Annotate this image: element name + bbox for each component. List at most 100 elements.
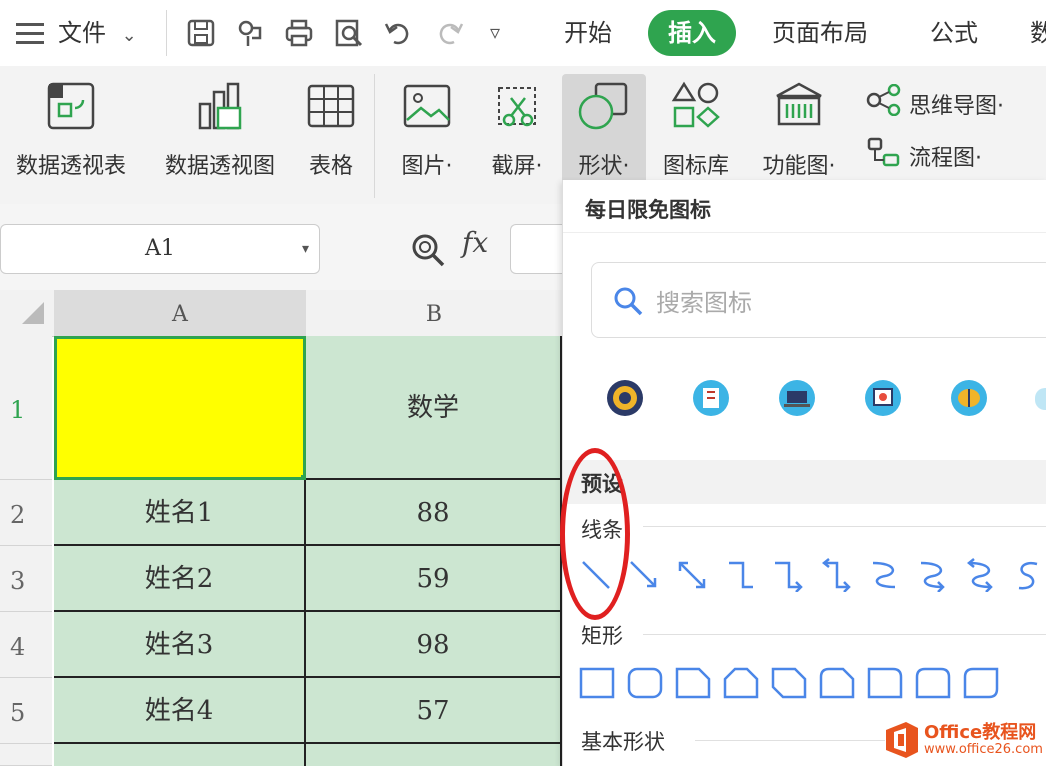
save-icon[interactable] [186,18,216,48]
free-icon-brain[interactable] [949,378,989,422]
print-preview-icon[interactable] [334,18,364,48]
shape-snip-same-side-rectangle-icon[interactable] [723,666,759,704]
menu-bar: 文件 ⌄ ▿ 开始 插入 页面布局 公式 数 [0,0,1046,66]
shape-round-single-corner-rectangle-icon[interactable] [867,666,903,704]
free-icon-laptop[interactable] [777,378,817,422]
search-icon [612,285,644,321]
format-painter-icon[interactable] [236,18,266,48]
shape-snip-diagonal-rectangle-icon[interactable] [771,666,807,704]
cell-b3[interactable]: 59 [306,546,562,612]
shape-snip-corner-rectangle-icon[interactable] [675,666,711,704]
shapes-dropdown-panel: 每日限免图标 搜索图标 预设 线条 矩形 基本形状 [562,180,1046,766]
tab-page-layout[interactable]: 页面布局 [772,10,868,56]
flowchart-icon [866,136,902,182]
shape-elbow-connector-icon[interactable] [723,558,757,596]
free-icon-card[interactable] [691,378,731,422]
picture-button[interactable]: 图片· [386,74,468,200]
tab-home[interactable]: 开始 [564,10,612,56]
cell-a2[interactable]: 姓名1 [54,480,306,546]
mindmap-icon [866,83,902,130]
tab-formulas[interactable]: 公式 [930,10,978,56]
shapes-label: 形状· [578,154,630,179]
icon-library-icon [670,80,722,136]
row-header[interactable]: 5 [0,678,52,744]
shape-curve-connector-icon[interactable] [867,558,901,596]
office-logo-icon [882,720,922,764]
cell-b6[interactable] [306,744,562,766]
shape-curve-arrow-icon[interactable] [915,558,949,596]
row-header[interactable]: 4 [0,612,52,678]
picture-label: 图片· [401,154,453,179]
cell-a1[interactable] [54,336,306,480]
tab-insert[interactable]: 插入 [648,10,736,56]
fx-icon[interactable]: fx [462,226,488,259]
column-header-b[interactable]: B [306,290,562,337]
pivot-table-button[interactable]: 数据透视表 [4,74,138,200]
basic-shapes-label: 基本形状 [581,730,665,754]
watermark-text: Office教程网 [924,722,1037,743]
print-icon[interactable] [284,18,314,48]
lines-divider [643,526,1046,527]
cell-b2[interactable]: 88 [306,480,562,546]
shape-elbow-arrow-icon[interactable] [771,558,805,596]
cell-a5[interactable]: 姓名4 [54,678,306,744]
free-icon-target[interactable] [605,378,645,422]
office-watermark-logo: Office教程网 www.office26.com [882,716,1046,764]
panel-title-underline [563,232,1046,233]
file-menu-label: 文件 [58,19,106,47]
shape-double-arrow-icon[interactable] [675,558,709,596]
shape-elbow-double-arrow-icon[interactable] [819,558,853,596]
tab-data[interactable]: 数 [1030,10,1046,56]
daily-free-icons-title: 每日限免图标 [585,198,711,222]
select-all-corner[interactable] [0,290,54,337]
undo-icon[interactable] [384,18,414,48]
feature-chart-label: 功能图· [762,154,836,179]
customize-dropdown-icon[interactable]: ▿ [490,20,500,44]
cell-b1[interactable]: 数学 [306,336,562,480]
shape-freeform-icon[interactable] [1011,558,1045,596]
pivot-chart-button[interactable]: 数据透视图 [152,74,288,200]
column-header-a[interactable]: A [54,290,306,339]
basic-shapes-divider [695,740,885,741]
row-header[interactable]: 1 [0,336,52,480]
preset-section-bg [563,460,1046,504]
free-icon-partial[interactable] [1035,388,1046,410]
shape-curve-double-arrow-icon[interactable] [963,558,997,596]
row-header[interactable] [0,744,52,766]
shape-round-diagonal-rectangle-icon[interactable] [963,666,999,704]
screenshot-label: 截屏· [491,154,543,179]
free-icon-monitor[interactable] [863,378,903,422]
icon-search-box[interactable]: 搜索图标 [591,262,1046,338]
row-header[interactable]: 2 [0,480,52,546]
rectangle-label: 矩形 [581,624,623,648]
cell-a4[interactable]: 姓名3 [54,612,306,678]
icon-library-label: 图标库 [662,154,729,179]
cell-b5[interactable]: 57 [306,678,562,744]
screenshot-icon [491,80,543,136]
search-placeholder: 搜索图标 [656,289,752,317]
zoom-formula-icon[interactable] [410,232,446,272]
hamburger-menu-icon[interactable] [14,20,46,46]
row-header[interactable]: 3 [0,546,52,612]
flowchart-button[interactable]: 流程图· [866,136,982,176]
shape-rounded-rectangle-icon[interactable] [627,666,663,704]
shape-rectangle-icon[interactable] [579,666,615,704]
table-button[interactable]: 表格 [298,74,364,200]
redo-icon[interactable] [434,18,464,48]
watermark-url: www.office26.com [924,742,1043,757]
shapes-icon [578,80,630,136]
cell-b4[interactable]: 98 [306,612,562,678]
cell-a6[interactable] [54,744,306,766]
formula-input[interactable] [510,224,563,274]
shape-snip-round-rectangle-icon[interactable] [819,666,855,704]
mindmap-label: 思维导图· [909,94,1004,119]
file-menu[interactable]: 文件 ⌄ [58,10,137,56]
shape-round-same-side-rectangle-icon[interactable] [915,666,951,704]
mindmap-button[interactable]: 思维导图· [866,83,1004,124]
cell-a3[interactable]: 姓名2 [54,546,306,612]
table-icon [305,80,357,136]
screenshot-button[interactable]: 截屏· [476,74,558,200]
name-box[interactable]: A1 ▾ [0,224,320,274]
pivot-chart-icon [194,80,246,136]
shape-arrow-icon[interactable] [627,558,661,596]
